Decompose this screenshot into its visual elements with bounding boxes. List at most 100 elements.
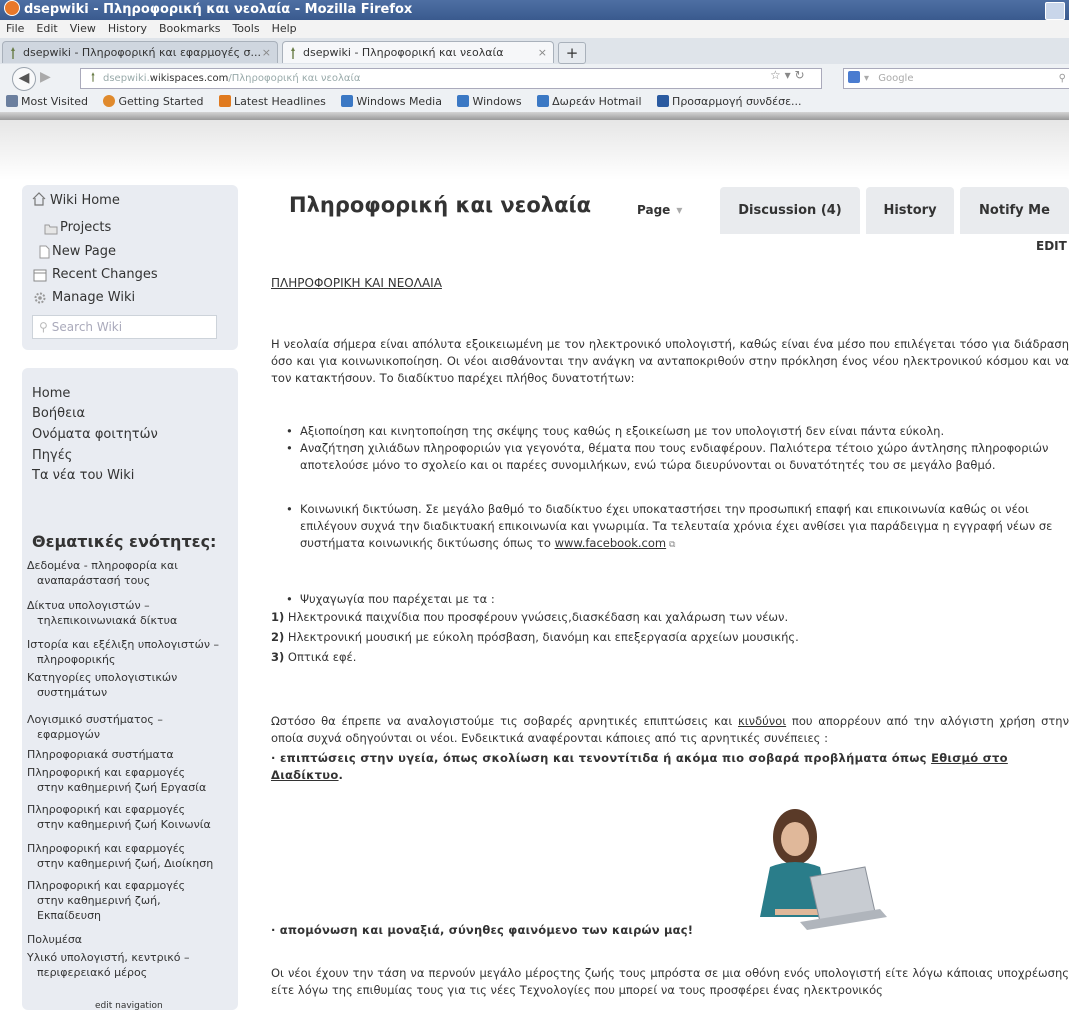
rss-icon (219, 95, 231, 107)
customize-links-icon (657, 95, 670, 107)
tab-notify-me[interactable]: Notify Me (960, 187, 1069, 234)
reload-icon[interactable]: ↻ (794, 68, 804, 82)
tab-strip: dsepwiki - Πληροφορική και εφαρμογές σ..… (0, 38, 1069, 65)
new-page-link[interactable]: New Page (52, 244, 116, 259)
tab-label: dsepwiki - Πληροφορική και εφαρμογές σ..… (23, 46, 261, 59)
edit-page-button[interactable]: EDIT (1036, 239, 1067, 253)
nav-sources[interactable]: Πηγές (32, 448, 72, 463)
edit-navigation-link[interactable]: edit navigation (95, 1001, 163, 1011)
site-identity-icon (91, 72, 95, 82)
menu-file[interactable]: File (6, 22, 24, 35)
search-engine-dropdown-icon[interactable]: ▾ (864, 73, 869, 84)
navigation-bar: ◀ ▶ dsepwiki.wikispaces.com/Πληροφορική … (0, 64, 1069, 93)
tab-label: dsepwiki - Πληροφορική και νεολαία (303, 46, 504, 59)
page-tab-label: Page (637, 203, 671, 217)
numbered-item-2: 2) Ηλεκτρονική μουσική με εύκολη πρόσβασ… (271, 630, 799, 644)
bookmark-label: Windows (472, 95, 522, 108)
gear-icon (34, 292, 46, 304)
bookmark-windows-media[interactable]: Windows Media (341, 95, 442, 108)
tab-history[interactable]: History (866, 187, 954, 234)
getting-started-icon (103, 95, 116, 107)
bookmark-label: Δωρεάν Hotmail (552, 95, 642, 108)
bookmark-customize-links[interactable]: Προσαρμογή συνδέσε... (657, 95, 802, 108)
thematic-link-info-systems[interactable]: Πληροφοριακά συστήματα (27, 747, 174, 762)
bookmark-label: Most Visited (21, 95, 88, 108)
wiki-favicon (291, 47, 295, 59)
final-paragraph: Οι νέοι έχουν την τάση να περνούν μεγάλο… (271, 966, 1069, 997)
thematic-link-systems[interactable]: Κατηγορίες υπολογιστικών συστημάτων (27, 670, 177, 700)
nav-student-names[interactable]: Ονόματα φοιτητών (32, 427, 158, 442)
thematic-link-multimedia[interactable]: Πολυμέσα (27, 932, 82, 947)
thematic-units-heading: Θεματικές ενότητες: (32, 532, 217, 551)
manage-wiki-link[interactable]: Manage Wiki (52, 290, 135, 305)
page-menu-button[interactable]: Page ▾ (637, 203, 682, 217)
tab-close-icon[interactable]: × (262, 42, 271, 63)
url-dropdown-icon[interactable]: ▾ (785, 68, 791, 82)
thematic-link-work[interactable]: Πληροφορική και εφαρμογές στην καθημερινή… (27, 765, 206, 795)
bookmark-label: Latest Headlines (234, 95, 326, 108)
address-bar[interactable]: dsepwiki.wikispaces.com/Πληροφορική και … (80, 68, 822, 89)
home-icon (32, 192, 46, 206)
search-wiki-input[interactable]: ⚲ Search Wiki (32, 315, 217, 339)
facebook-link[interactable]: www.facebook.com (555, 536, 667, 550)
health-effects-line: · επιπτώσεις στην υγεία, όπως σκολίωση κ… (271, 751, 1008, 782)
bookmark-windows[interactable]: Windows (457, 95, 522, 108)
bookmark-star-icon[interactable]: ☆ (770, 68, 781, 82)
bookmark-getting-started[interactable]: Getting Started (103, 95, 204, 108)
search-engine-icon[interactable] (848, 71, 860, 83)
search-icon: ⚲ (39, 320, 48, 334)
ie-link-icon (457, 95, 470, 107)
bookmarks-toolbar: Most Visited Getting Started Latest Head… (0, 92, 1069, 112)
bookmark-latest-headlines[interactable]: Latest Headlines (219, 95, 326, 108)
numbered-item-1: 1) Ηλεκτρονικά παιχνίδια που προσφέρουν … (271, 610, 789, 624)
bookmark-label: Windows Media (356, 95, 442, 108)
ie-link-icon (537, 95, 550, 107)
dangers-link[interactable]: κινδύνοι (738, 714, 786, 728)
bookmark-label: Προσαρμογή συνδέσε... (672, 95, 802, 108)
menu-edit[interactable]: Edit (36, 22, 57, 35)
menu-help[interactable]: Help (272, 22, 297, 35)
wiki-home-link[interactable]: Wiki Home (50, 193, 120, 208)
tab-discussion[interactable]: Discussion (4) (720, 187, 860, 234)
girl-with-laptop-image (760, 809, 887, 930)
back-button[interactable]: ◀ (12, 67, 36, 91)
menu-history[interactable]: History (108, 22, 147, 35)
menu-tools[interactable]: Tools (232, 22, 259, 35)
menu-bar: File Edit View History Bookmarks Tools Help (0, 20, 1069, 38)
recent-changes-link[interactable]: Recent Changes (52, 267, 158, 282)
bookmark-most-visited[interactable]: Most Visited (6, 95, 88, 108)
search-box[interactable]: ▾ Google ⚲ (843, 68, 1069, 89)
new-tab-button[interactable]: + (558, 42, 586, 64)
chevron-down-icon: ▾ (676, 203, 683, 217)
new-page-icon (39, 245, 50, 259)
thematic-link-hardware[interactable]: Υλικό υπολογιστή, κεντρικό – περιφερειακό… (27, 950, 190, 980)
ie-link-icon (341, 95, 354, 107)
window-title-bar: dsepwiki - Πληροφορική και νεολαία - Moz… (0, 0, 1069, 20)
content-header-gradient (0, 120, 1069, 180)
thematic-link-society[interactable]: Πληροφορική και εφαρμογές στην καθημερινή… (27, 802, 211, 832)
tab-wiki-applications[interactable]: dsepwiki - Πληροφορική και εφαρμογές σ..… (2, 41, 278, 63)
nav-help[interactable]: Βοήθεια (32, 406, 85, 421)
search-icon[interactable]: ⚲ (1059, 69, 1066, 88)
url-path: /Πληροφορική και νεολαία (228, 73, 361, 84)
nav-home[interactable]: Home (32, 386, 70, 401)
thematic-link-education[interactable]: Πληροφορική και εφαρμογές στην καθημερινή… (27, 878, 185, 923)
thematic-link-history[interactable]: Ιστορία και εξέλιξη υπολογιστών – πληροφο… (27, 637, 219, 667)
tab-wiki-youth[interactable]: dsepwiki - Πληροφορική και νεολαία × (282, 41, 554, 63)
projects-link[interactable]: Projects (60, 220, 111, 235)
article-heading: ΠΛΗΡΟΦΟΡΙΚΗ ΚΑΙ ΝΕΟΛΑΙΑ (271, 276, 442, 290)
bookmark-hotmail[interactable]: Δωρεάν Hotmail (537, 95, 642, 108)
window-minimize-button[interactable] (1045, 2, 1065, 20)
thematic-link-software[interactable]: Λογισμικό συστήματος – εφαρμογών (27, 712, 163, 742)
thematic-link-administration[interactable]: Πληροφορική και εφαρμογές στην καθημερινή… (27, 841, 213, 871)
forward-button[interactable]: ▶ (40, 69, 51, 85)
folder-icon (44, 224, 58, 235)
list-item: • Ψυχαγωγία που παρέχεται με τα : (286, 592, 495, 606)
menu-view[interactable]: View (70, 22, 96, 35)
tab-close-icon[interactable]: × (538, 42, 547, 63)
thematic-link-data[interactable]: Δεδομένα - πληροφορία και αναπαράστασή το… (27, 558, 178, 588)
thematic-link-networks[interactable]: Δίκτυα υπολογιστών – τηλεπικοινωνιακά δίκ… (27, 598, 177, 628)
menu-bookmarks[interactable]: Bookmarks (159, 22, 220, 35)
url-actions: ☆ ▾ ↻ (770, 68, 805, 82)
nav-wiki-news[interactable]: Τα νέα του Wiki (32, 468, 134, 483)
